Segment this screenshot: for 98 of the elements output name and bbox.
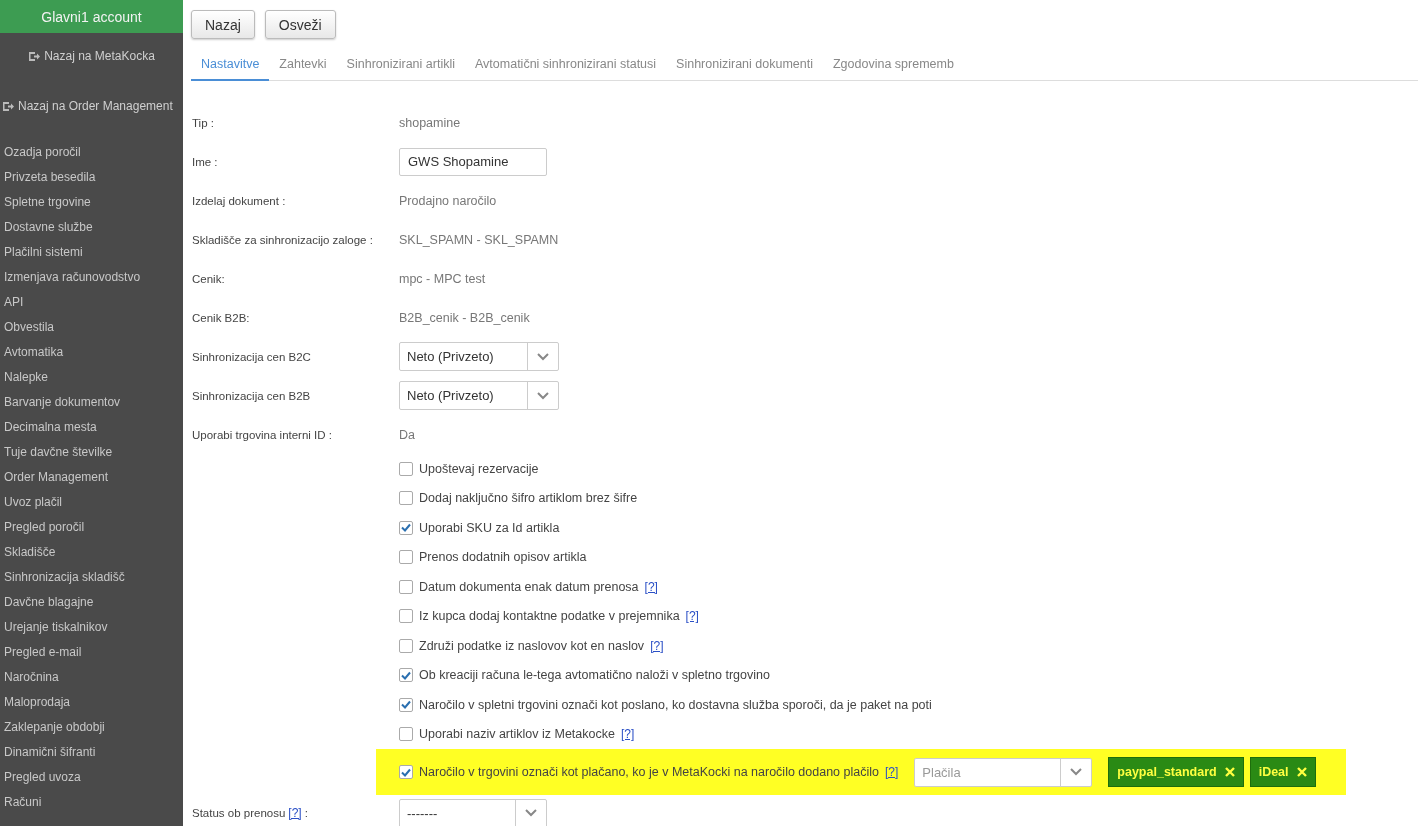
checkbox[interactable] [399, 520, 413, 535]
sidebar-item[interactable]: Pregled uvoza [0, 764, 183, 789]
checkbox[interactable] [399, 461, 413, 476]
option-label: Iz kupca dodaj kontaktne podatke v prejemnika [419, 609, 680, 624]
sidebar-item[interactable]: Izmenjava računovodstvo [0, 264, 183, 289]
option-label: Ob kreaciji računa le-tega avtomatično naloži v spletno trgovino [419, 668, 770, 683]
sidebar-item[interactable]: Plačilni sistemi [0, 239, 183, 264]
field-label: Sinhronizacija cen B2C [192, 350, 312, 363]
sidebar-item[interactable]: Urejanje tiskalnikov [0, 614, 183, 639]
select-field[interactable]: ------- [399, 798, 547, 826]
tab[interactable]: Nastavitve [191, 53, 270, 81]
checkbox[interactable] [399, 491, 413, 506]
checkbox[interactable] [399, 765, 413, 779]
help-link[interactable]: [?] [620, 727, 635, 742]
sidebar-item[interactable]: Skladišče [0, 539, 183, 564]
option-label: Združi podatke iz naslovov kot en naslov [419, 638, 645, 653]
back-link[interactable]: Nazaj na MetaKocka [0, 33, 183, 81]
tab[interactable]: Avtomatični sinhronizirani statusi [465, 53, 667, 81]
chevron-down-icon [537, 391, 549, 400]
checkbox[interactable] [399, 727, 413, 742]
option-label: Uporabi SKU za Id artikla [419, 520, 560, 535]
tab[interactable]: Zgodovina sprememb [823, 53, 964, 81]
field-label: Skladišče za sinhronizacijo zaloge : [192, 233, 374, 246]
sidebar-item[interactable]: Pregled e-mail [0, 639, 183, 664]
sidebar-item[interactable]: Order Management [0, 464, 183, 489]
chevron-down-icon [1070, 768, 1083, 776]
option-label: Uporabi naziv artiklov iz Metakocke [419, 727, 615, 742]
close-icon[interactable] [1296, 767, 1307, 777]
option-label: Upoštevaj rezervacije [419, 461, 539, 476]
close-icon[interactable] [1224, 767, 1235, 777]
field-label: Sinhronizacija cen B2B [192, 389, 312, 402]
sidebar-item[interactable]: Privzeta besedila [0, 164, 183, 189]
back-link[interactable]: Nazaj na Order Management [0, 81, 183, 139]
label-colon: : [304, 807, 308, 819]
checkbox[interactable] [399, 638, 413, 653]
field-label: Status ob prenosu [192, 807, 286, 819]
toolbar-button[interactable]: Nazaj [191, 10, 255, 39]
sidebar-item[interactable]: Obvestila [0, 314, 183, 339]
field-value: mpc - MPC test [399, 271, 486, 286]
option-label: Naročilo v spletni trgovini označi kot poslano, ko dostavna služba sporoči, da je paket na poti [419, 697, 932, 712]
checkbox[interactable] [399, 668, 413, 683]
sidebar-item[interactable]: Spletne trgovine [0, 189, 183, 214]
field-value: SKL_SPAMN - SKL_SPAMN [399, 232, 559, 247]
sidebar-item[interactable]: Uvoz plačil [0, 489, 183, 514]
sidebar-item[interactable]: Tuje davčne številke [0, 439, 183, 464]
tab[interactable]: Sinhronizirani dokumenti [666, 53, 823, 81]
select-field[interactable]: Neto (Privzeto) [399, 381, 559, 410]
sidebar-item[interactable]: API [0, 289, 183, 314]
chevron-down-icon [537, 352, 549, 361]
field-label: Cenik B2B: [192, 311, 251, 324]
sidebar-item[interactable]: Dinamični šifranti [0, 739, 183, 764]
field-label: Izdelaj dokument : [192, 194, 287, 207]
sidebar-item[interactable]: Davčne blagajne [0, 589, 183, 614]
sidebar-item[interactable]: Pregled poročil [0, 514, 183, 539]
field-label: Uporabi trgovina interni ID : [192, 428, 333, 441]
checkbox[interactable] [399, 579, 413, 594]
sidebar-item[interactable]: Decimalna mesta [0, 414, 183, 439]
option-label: Prenos dodatnih opisov artikla [419, 550, 587, 565]
tag: iDeal [1249, 757, 1316, 787]
option-label: Dodaj naključno šifro artiklom brez šifre [419, 491, 638, 506]
sidebar-item[interactable]: Barvanje dokumentov [0, 389, 183, 414]
sidebar-item[interactable]: Sinhronizacija skladišč [0, 564, 183, 589]
checkbox[interactable] [399, 609, 413, 624]
help-link[interactable]: [?] [644, 579, 658, 594]
field-label: Ime : [192, 155, 219, 168]
sidebar-item[interactable]: Računi [0, 789, 183, 814]
sidebar-item[interactable]: Maloprodaja [0, 689, 183, 714]
help-link[interactable]: [?] [650, 638, 664, 653]
sidebar-item[interactable]: Zaklepanje obdobji [0, 714, 183, 739]
toolbar-button[interactable]: Osveži [264, 10, 336, 39]
exit-icon [28, 50, 41, 62]
field-value: Da [399, 427, 415, 442]
sidebar-item[interactable]: Avtomatika [0, 339, 183, 364]
help-link[interactable]: [?] [885, 765, 899, 779]
help-link[interactable]: [?] [288, 806, 302, 820]
field-value: Prodajno naročilo [399, 193, 497, 208]
field-label: Tip : [192, 116, 215, 129]
checkbox[interactable] [399, 550, 413, 565]
field-value: shopamine [399, 115, 461, 130]
account-header: Glavni1 account [0, 0, 183, 33]
sidebar-item[interactable]: Dostavne službe [0, 214, 183, 239]
field-value: B2B_cenik - B2B_cenik [399, 310, 530, 325]
sidebar-item[interactable]: Ozadja poročil [0, 139, 183, 164]
chevron-down-icon [525, 809, 537, 817]
input-field[interactable]: GWS Shopamine [399, 147, 547, 176]
help-link[interactable]: [?] [685, 609, 699, 624]
field-label: Cenik: [192, 272, 226, 285]
tab[interactable]: Zahtevki [269, 53, 337, 81]
select-field[interactable]: Plačila [914, 757, 1093, 787]
tab[interactable]: Sinhronizirani artikli [336, 53, 465, 81]
select-field[interactable]: Neto (Privzeto) [399, 342, 559, 371]
tag: paypal_standard [1108, 757, 1244, 787]
sidebar-item[interactable]: Naročnina [0, 664, 183, 689]
sidebar-item[interactable]: Nalepke [0, 364, 183, 389]
exit-icon [2, 100, 14, 112]
option-label: Datum dokumenta enak datum prenosa [419, 579, 639, 594]
option-label: Naročilo v trgovini označi kot plačano, ko je v MetaKocki na naročilo dodano plačilo [419, 765, 879, 779]
checkbox[interactable] [399, 697, 413, 712]
